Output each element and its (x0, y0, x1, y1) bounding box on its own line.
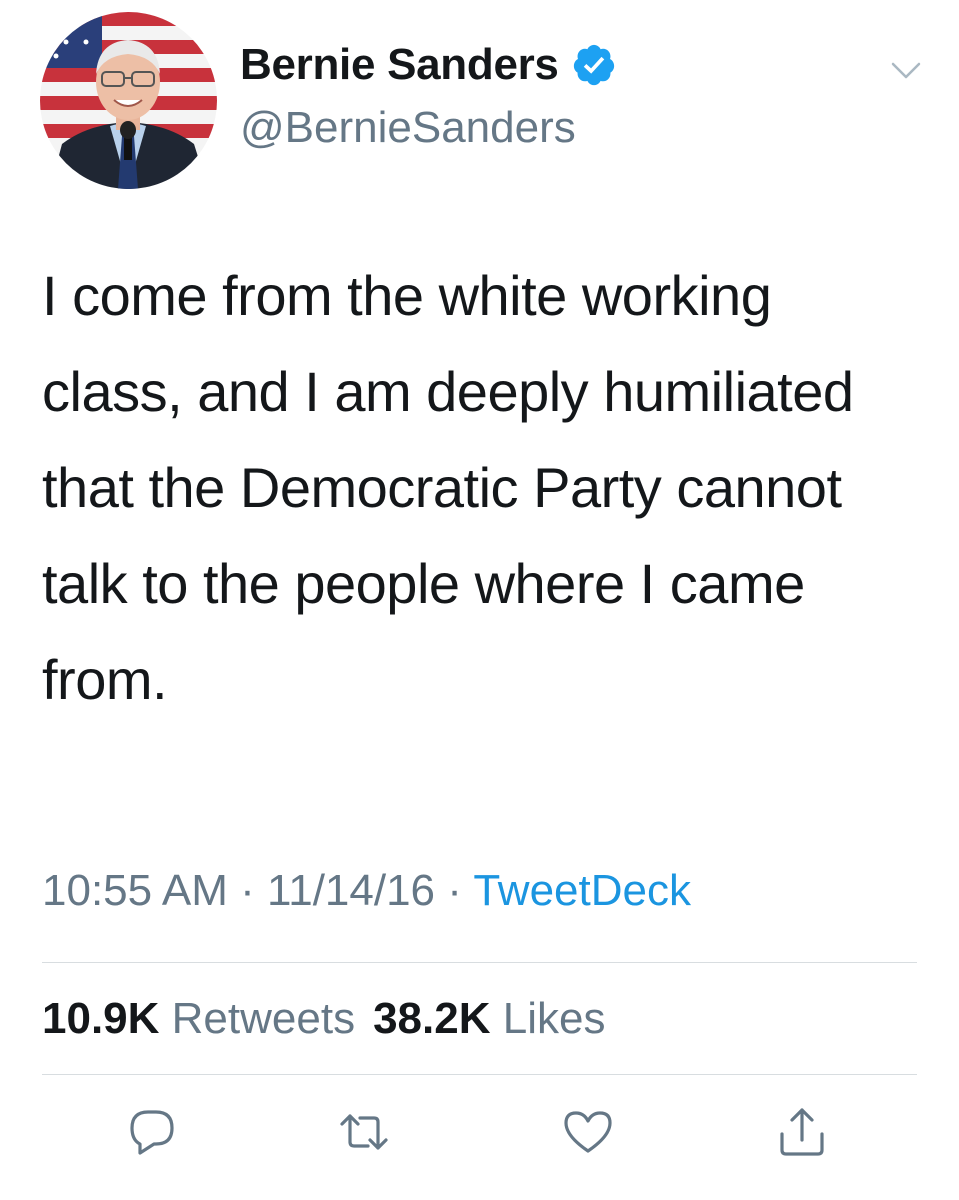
divider (42, 962, 917, 963)
meta-separator: · (435, 866, 474, 915)
likes-count: 38.2K (373, 994, 491, 1043)
like-button[interactable] (560, 1104, 616, 1160)
share-button[interactable] (774, 1104, 830, 1160)
divider (42, 1074, 917, 1075)
share-icon (774, 1104, 830, 1160)
likes-stat[interactable]: 38.2K Likes (373, 994, 605, 1043)
display-name[interactable]: Bernie Sanders (240, 40, 559, 90)
heart-icon (560, 1104, 616, 1160)
retweets-label: Retweets (171, 994, 356, 1043)
tweet-detail: Bernie Sanders @BernieSanders I come fro… (0, 0, 959, 1200)
retweets-stat[interactable]: 10.9K Retweets (42, 994, 355, 1043)
verified-badge-icon (571, 42, 617, 88)
retweet-icon (336, 1104, 392, 1160)
reply-button[interactable] (124, 1104, 180, 1160)
avatar[interactable] (40, 12, 217, 189)
tweet-time[interactable]: 10:55 AM (42, 866, 228, 915)
chevron-down-icon[interactable] (890, 60, 922, 82)
tweet-source-link[interactable]: TweetDeck (473, 866, 691, 915)
avatar-photo (40, 12, 217, 189)
likes-label: Likes (502, 994, 606, 1043)
tweet-date[interactable]: 11/14/16 (267, 866, 435, 915)
user-handle[interactable]: @BernieSanders (240, 103, 576, 153)
retweets-count: 10.9K (42, 994, 160, 1043)
tweet-metadata: 10:55 AM · 11/14/16 · TweetDeck (42, 866, 691, 916)
tweet-actions (0, 1104, 959, 1160)
reply-icon (124, 1104, 180, 1160)
retweet-button[interactable] (336, 1104, 392, 1160)
meta-separator: · (227, 866, 268, 915)
tweet-text: I come from the white working class, and… (42, 264, 854, 711)
tweet-stats: 10.9K Retweets 38.2K Likes (42, 994, 605, 1044)
user-name-row: Bernie Sanders (240, 40, 617, 90)
